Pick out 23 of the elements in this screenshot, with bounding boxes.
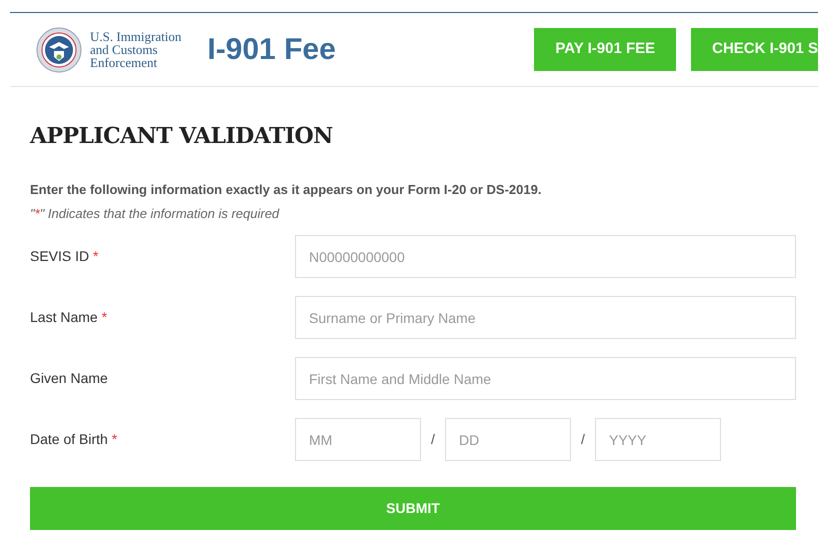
nav-button[interactable]: CHECK I-901 S: [691, 28, 818, 71]
page-heading: APPLICANT VALIDATION: [30, 122, 334, 151]
date-separator: /: [580, 430, 586, 449]
agency-name-line: U.S. Immigration: [90, 30, 182, 43]
date-part-field[interactable]: DD: [445, 418, 571, 461]
agency-name-line: Enforcement: [90, 56, 158, 69]
submit-button[interactable]: SUBMIT: [30, 487, 796, 530]
nav-button[interactable]: PAY I-901 FEE: [534, 28, 676, 71]
instructions: Enter the following information exactly as it appears on your Form I-20 or DS-2019.: [30, 181, 542, 199]
field-label: SEVIS ID *: [30, 247, 100, 266]
required-note: "*" Indicates that the information is required: [30, 204, 280, 223]
field-label: Last Name *: [30, 308, 108, 327]
field-label: Date of Birth *: [30, 430, 118, 449]
date-part-field[interactable]: MM: [295, 418, 421, 461]
date-separator: /: [430, 430, 436, 449]
field-label: Given Name: [30, 369, 109, 388]
text-field[interactable]: N00000000000: [295, 235, 796, 278]
site-title: I-901 Fee: [207, 32, 336, 68]
text-field[interactable]: First Name and Middle Name: [295, 357, 796, 400]
seal-icon: [36, 26, 82, 72]
text-field[interactable]: Surname or Primary Name: [295, 296, 796, 339]
date-part-field[interactable]: YYYY: [595, 418, 721, 461]
agency-name-line: and Customs: [90, 43, 158, 56]
